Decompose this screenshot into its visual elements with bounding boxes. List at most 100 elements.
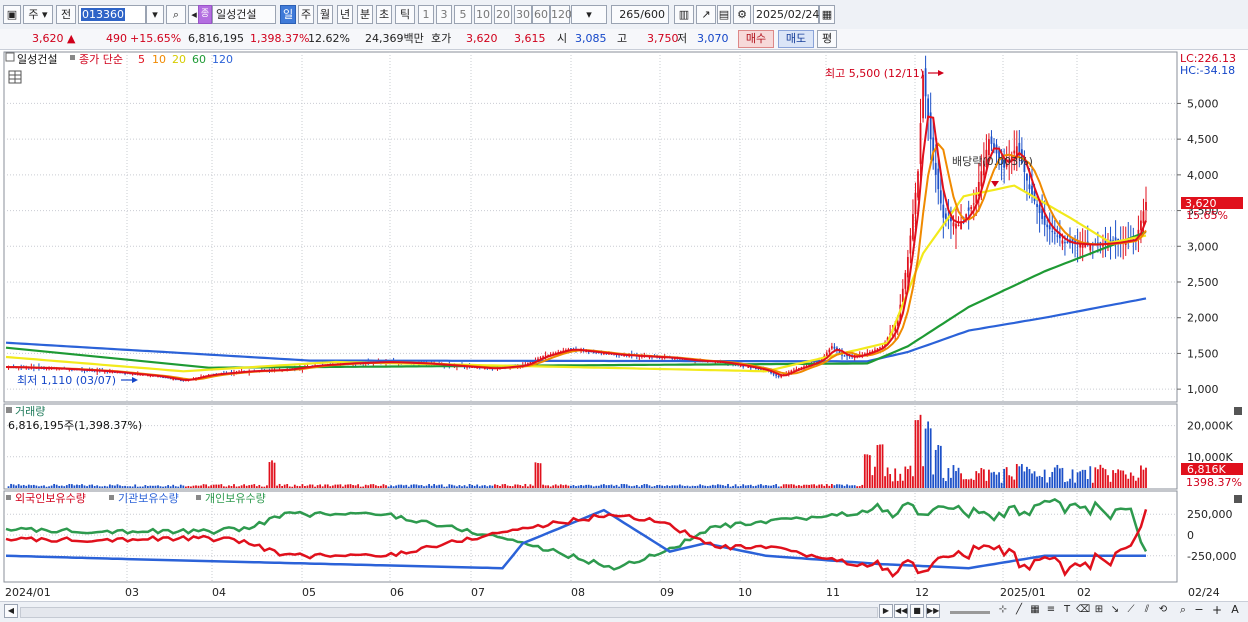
draw-tool-icon[interactable]: ↗ [696,5,716,24]
volume-bar [982,469,985,488]
volume-bar [792,484,795,488]
holdings-panel-frame [3,490,1178,583]
volume-bar [562,485,565,488]
eval-button[interactable]: 평 [817,30,837,48]
volume-bar [342,486,344,488]
trendline-icon[interactable]: ╱ [1012,604,1026,618]
volume-bar [283,484,286,488]
volume-bar [407,486,410,488]
chart-area[interactable]: 일성건설 종가 단순 5 10 20 60 120 최고 5,500 (12/1… [0,50,1248,601]
crosshair-icon[interactable]: ⊹ [996,604,1010,618]
volume-bar [577,485,580,488]
ma-legend-prefix: 종가 단순 [79,53,123,66]
erase-icon[interactable]: ⌫ [1076,604,1090,618]
volume-bar [184,486,187,488]
period-day-tab[interactable]: 일 [280,5,296,24]
volume-bar [154,485,157,488]
zoom-out-icon[interactable]: − [1192,604,1206,618]
candle-body [833,346,836,349]
volume-bar [450,484,453,488]
volume-bar [38,486,40,488]
date-input[interactable]: 2025/02/24 [753,5,819,24]
save-icon[interactable]: ▤ [717,5,731,24]
volume-bar [200,485,202,488]
chart-svg[interactable]: 일성건설 종가 단순 5 10 20 60 120 최고 5,500 (12/1… [0,50,1248,601]
low-price: 3,070 [697,32,729,45]
stock-name-field[interactable]: 일성건설 [212,5,276,24]
volume-bar [40,485,43,488]
interval-dropdown[interactable]: ▾ [571,5,607,24]
period-year-tab[interactable]: 년 [337,5,353,24]
window-menu-icon[interactable]: ▣ [3,5,21,24]
interval-10-button[interactable]: 10 [474,5,492,24]
volume-bar [349,484,352,488]
fibonacci-icon[interactable]: ≡ [1044,604,1058,618]
period-second-tab[interactable]: 초 [376,5,392,24]
restore-icon[interactable]: ⟲ [1156,604,1170,618]
sell-button[interactable]: 매도 [778,30,814,48]
rewind-icon[interactable]: ◀◀ [894,604,908,618]
period-tick-tab[interactable]: 틱 [395,5,415,24]
zoom-track[interactable] [950,611,990,614]
volume-bar [296,485,299,488]
volume-bar [904,466,907,488]
volume-panel-close-icon[interactable] [1234,407,1242,415]
text-tool-icon[interactable]: T [1060,604,1074,618]
horizontal-scrollbar[interactable] [20,607,878,618]
volume-bar [400,484,403,488]
stock-code-input[interactable]: 013360 [78,5,146,24]
settings-gear-icon[interactable]: ⚙ [733,5,751,24]
scroll-left-icon[interactable]: ◀ [4,604,18,618]
interval-3-button[interactable]: 3 [436,5,452,24]
zoom-in-icon[interactable]: + [1210,604,1224,618]
ruler-icon[interactable]: ⊞ [1092,604,1106,618]
scroll-right-icon[interactable]: ▶ [879,604,893,618]
holdings-panel-close-icon[interactable] [1234,495,1242,503]
interval-20-button[interactable]: 20 [494,5,512,24]
fast-forward-icon[interactable]: ▶▶ [926,604,940,618]
interval-5-button[interactable]: 5 [454,5,472,24]
volume-bar [805,484,808,488]
volume-bar [162,486,164,488]
channel-tool-icon[interactable]: ⫽ [1140,604,1154,618]
volume-bar [625,484,628,488]
volume-bar [1026,466,1028,488]
prev-button[interactable]: 전 [56,5,76,24]
price-panel-stock-label: 일성건설 [17,52,57,66]
grid-toggle-icon[interactable]: ▦ [1028,604,1042,618]
volume-bar [800,485,803,488]
period-minute-tab[interactable]: 분 [357,5,373,24]
period-week-tab[interactable]: 주 [298,5,314,24]
volume-bar [471,484,474,488]
candle-type-icon[interactable]: ▥ [674,5,694,24]
arrow-tool-icon[interactable]: ↘ [1108,604,1122,618]
search-icon[interactable]: ⌕ [166,5,186,24]
interval-120-button[interactable]: 120 [550,5,572,24]
volume-bar [222,486,225,488]
volume-bar [780,486,783,488]
volume-bar [1048,477,1051,488]
market-select[interactable]: 주 ▾ [23,5,53,24]
volume-bar [111,485,114,488]
volume-bar [605,485,608,488]
zoom-icon[interactable]: ⌕ [1176,604,1190,618]
volume-bar [653,486,656,488]
code-dropdown-icon[interactable]: ▾ [146,5,164,24]
volume-bar [405,484,408,488]
chart-toolbar: ▣ 주 ▾ 전 013360 ▾ ⌕ ◂ ▾ 종 일성건설 일 주 월 년 분 … [0,0,1248,30]
period-month-tab[interactable]: 월 [317,5,333,24]
volume-bar [990,472,993,488]
stop-icon[interactable]: ■ [910,604,924,618]
panel-toggle-icon[interactable] [5,52,15,62]
interval-60-button[interactable]: 60 [532,5,550,24]
volume-bar [828,485,831,488]
interval-1-button[interactable]: 1 [418,5,434,24]
font-size-icon[interactable]: A [1228,604,1242,618]
volume-bar [293,484,296,488]
buy-button[interactable]: 매수 [738,30,774,48]
line-tool-icon[interactable]: ⟋ [1124,604,1138,618]
interval-30-button[interactable]: 30 [514,5,532,24]
calendar-icon[interactable]: ▦ [819,5,835,24]
volume-bar [770,485,772,488]
data-count-field[interactable]: 265/600 [611,5,669,24]
